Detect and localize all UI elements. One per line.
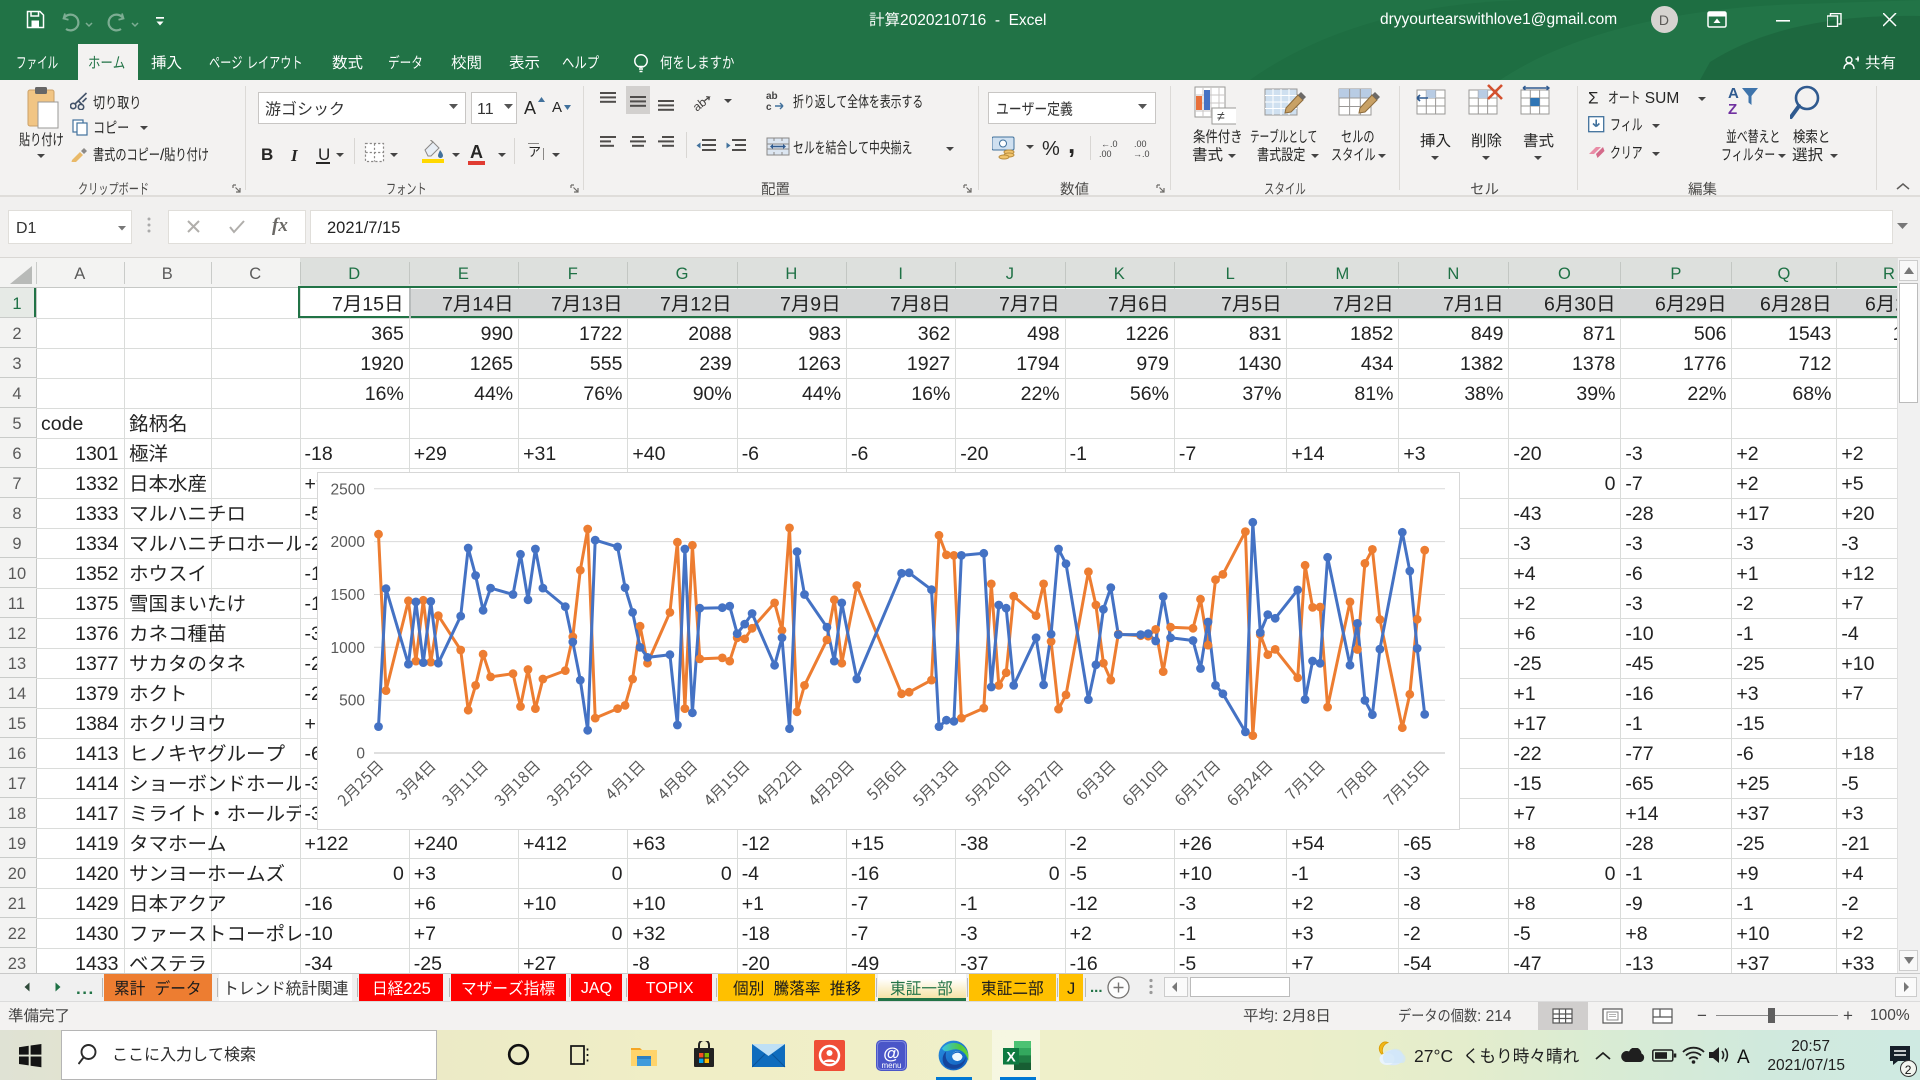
svg-text:225: 225 [403, 980, 431, 998]
svg-text:7: 7 [1108, 294, 1119, 316]
svg-text:12: 12 [690, 294, 712, 316]
svg-text:8: 8 [1307, 1008, 1316, 1025]
svg-text:→.0: →.0 [1133, 149, 1150, 158]
svg-text:14: 14 [472, 294, 494, 316]
svg-text:30: 30 [1574, 294, 1596, 316]
svg-text:SUM: SUM [1641, 90, 1680, 107]
svg-text:7: 7 [442, 294, 453, 316]
svg-text:7: 7 [780, 294, 791, 316]
svg-text:: 214: : 214 [1477, 1008, 1512, 1025]
svg-text:2020210716 - Excel: 2020210716 - Excel [900, 12, 1047, 29]
svg-text:7: 7 [890, 294, 901, 316]
svg-text:7: 7 [999, 294, 1010, 316]
svg-text:2000: 2000 [331, 534, 366, 551]
svg-text:6: 6 [1655, 294, 1666, 316]
svg-text:6: 6 [1760, 294, 1771, 316]
svg-text:menu: menu [881, 1061, 901, 1070]
svg-text:8: 8 [920, 294, 931, 316]
svg-text:5: 5 [1251, 294, 1262, 316]
svg-text:1: 1 [1473, 294, 1484, 316]
svg-text:13: 13 [581, 294, 603, 316]
svg-text:29: 29 [1685, 294, 1707, 316]
svg-text:Σ: Σ [1588, 89, 1599, 108]
svg-text:7: 7 [332, 294, 343, 316]
svg-text:2: 2 [1363, 294, 1374, 316]
svg-text:7: 7 [1333, 294, 1344, 316]
svg-text:ab: ab [692, 95, 709, 112]
svg-text:/: / [160, 147, 165, 164]
svg-text:7: 7 [1443, 294, 1454, 316]
svg-text:7: 7 [1029, 294, 1040, 316]
svg-text:1500: 1500 [331, 587, 366, 604]
svg-text:27°C: 27°C [1414, 1046, 1463, 1066]
svg-text:500: 500 [339, 693, 365, 710]
svg-text:.00: .00 [1134, 139, 1147, 149]
svg-text:≠: ≠ [1217, 108, 1225, 124]
svg-text:6: 6 [1138, 294, 1149, 316]
svg-text:J: J [1067, 980, 1075, 998]
svg-text:7: 7 [1221, 294, 1232, 316]
svg-text:7: 7 [660, 294, 671, 316]
svg-text:←.0: ←.0 [1101, 139, 1118, 149]
svg-text:.00: .00 [1099, 149, 1112, 158]
svg-text:c: c [766, 102, 772, 112]
svg-text:6: 6 [1544, 294, 1555, 316]
svg-text:A: A [1728, 85, 1739, 102]
svg-text:X: X [1006, 1049, 1016, 1065]
svg-text:0: 0 [356, 746, 365, 763]
svg-text:Z: Z [1728, 101, 1737, 118]
svg-text:: 2: : 2 [1274, 1008, 1291, 1025]
svg-text:6: 6 [1865, 294, 1876, 316]
svg-text:7: 7 [551, 294, 562, 316]
svg-text:9: 9 [811, 294, 822, 316]
svg-text:28: 28 [1790, 294, 1812, 316]
svg-text:1000: 1000 [331, 640, 366, 657]
svg-text:ab: ab [766, 91, 778, 102]
svg-text:15: 15 [363, 294, 385, 316]
svg-text:2500: 2500 [331, 481, 366, 498]
